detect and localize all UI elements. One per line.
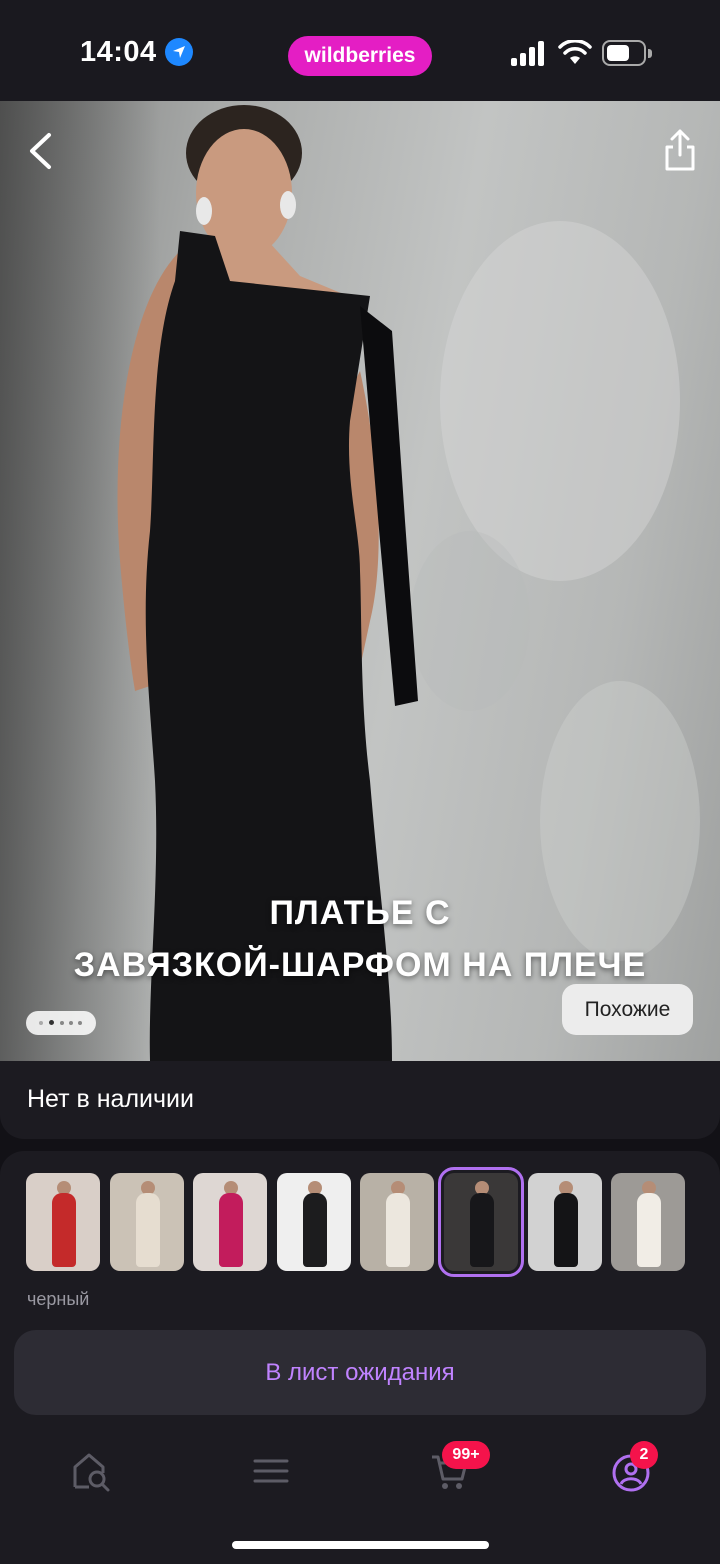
- color-variant-thumbnail[interactable]: [193, 1173, 267, 1271]
- wifi-icon: [558, 40, 592, 64]
- hero-title: ПЛАТЬЕ С ЗАВЯЗКОЙ-ШАРФОМ НА ПЛЕЧЕ: [0, 887, 720, 991]
- profile-notification-badge: 2: [630, 1441, 658, 1469]
- color-variants-panel: черный В лист ожидания: [0, 1151, 720, 1441]
- product-image-gallery[interactable]: ПЛАТЬЕ С ЗАВЯЗКОЙ-ШАРФОМ НА ПЛЕЧЕ Похожи…: [0, 101, 720, 1061]
- color-variant-thumbnail[interactable]: [26, 1173, 100, 1271]
- add-to-waitlist-button[interactable]: В лист ожидания: [14, 1330, 706, 1415]
- cart-count-badge: 99+: [442, 1441, 490, 1469]
- nav-catalog-menu-icon[interactable]: [249, 1449, 293, 1493]
- color-variant-thumbnail[interactable]: [438, 1167, 524, 1277]
- share-icon[interactable]: [660, 127, 700, 173]
- availability-status: Нет в наличии: [27, 1085, 194, 1113]
- status-bar: 14:04 wildberries: [0, 0, 720, 101]
- selected-color-label: черный: [27, 1289, 90, 1309]
- gallery-pagination-dots: [26, 1011, 96, 1035]
- home-indicator: [232, 1541, 489, 1549]
- availability-panel: Нет в наличии: [0, 1061, 720, 1139]
- color-variant-thumbnail[interactable]: [277, 1173, 351, 1271]
- color-variant-thumbnail[interactable]: [110, 1173, 184, 1271]
- similar-button[interactable]: Похожие: [562, 984, 693, 1035]
- nav-home-search-icon[interactable]: [69, 1449, 113, 1493]
- color-variant-thumbnail[interactable]: [611, 1173, 685, 1271]
- signal-icon: [511, 40, 547, 66]
- status-time: 14:04: [80, 36, 157, 68]
- color-variant-thumbnail[interactable]: [528, 1173, 602, 1271]
- battery-icon: [602, 40, 652, 66]
- back-arrow-icon[interactable]: [22, 129, 62, 173]
- hero-title-line1: ПЛАТЬЕ С: [269, 894, 451, 932]
- location-arrow-icon: [165, 38, 193, 66]
- color-variant-thumbnail[interactable]: [360, 1173, 434, 1271]
- brand-logo[interactable]: wildberries: [288, 36, 432, 76]
